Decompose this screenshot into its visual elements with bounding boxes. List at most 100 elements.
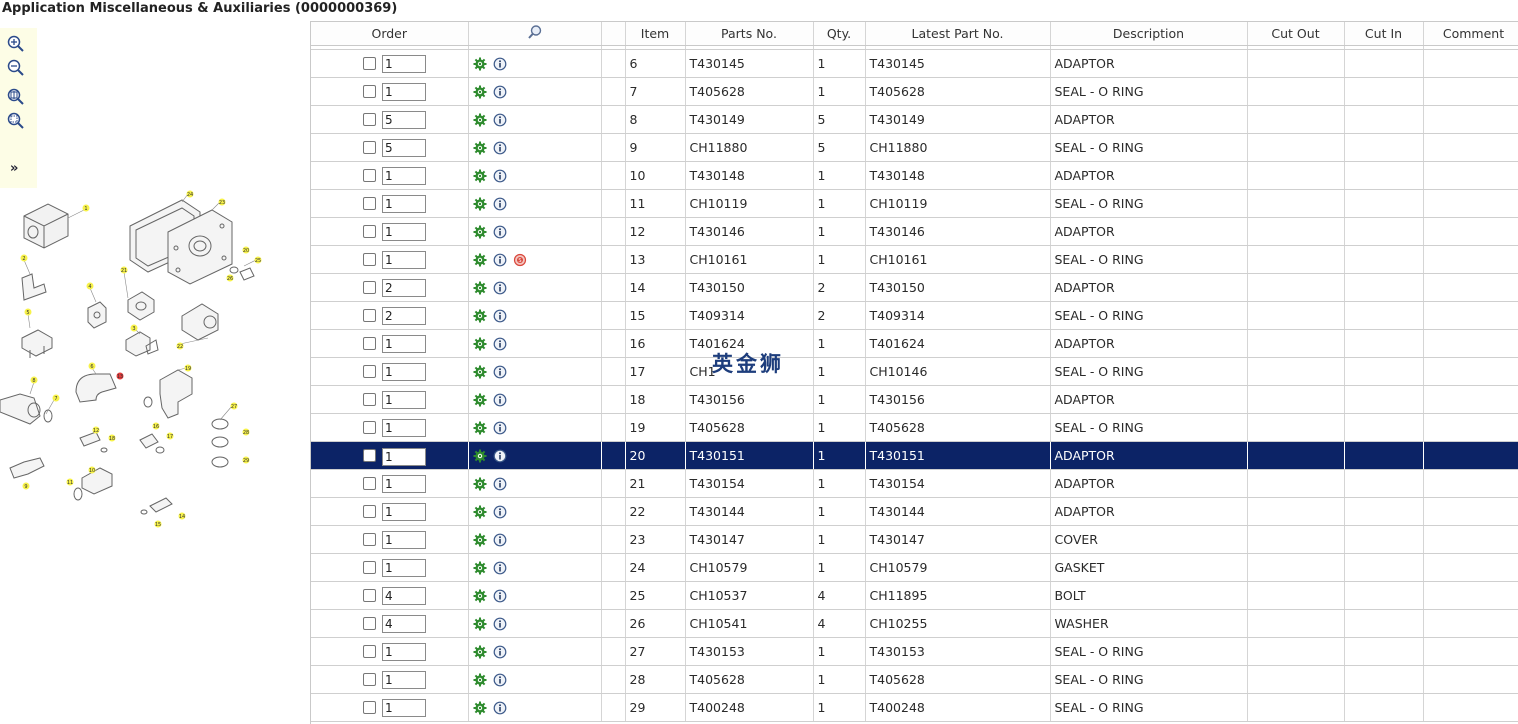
info-icon[interactable] <box>493 701 507 715</box>
column-header-cut-in[interactable]: Cut In <box>1344 22 1424 46</box>
table-row[interactable]: 1 23 T430147 1 T430147 COVER <box>311 525 1518 554</box>
latest-part-no-cell[interactable]: T430151 <box>865 441 1051 470</box>
column-header-description[interactable]: Description <box>1050 22 1248 46</box>
order-quantity-input[interactable]: 1 <box>382 558 426 577</box>
table-row[interactable]: 4 26 CH10541 4 CH10255 WASHER <box>311 609 1518 638</box>
info-icon[interactable] <box>493 141 507 155</box>
table-row[interactable]: 1 16 T401624 1 T401624 ADAPTOR <box>311 329 1518 358</box>
parts-no-cell[interactable]: T405628 <box>685 665 814 694</box>
order-quantity-input[interactable]: 5 <box>382 138 426 157</box>
table-row[interactable]: 1 10 T430148 1 T430148 ADAPTOR <box>311 161 1518 190</box>
info-icon[interactable] <box>493 309 507 323</box>
order-checkbox[interactable] <box>363 113 376 126</box>
gear-icon[interactable] <box>473 197 487 211</box>
order-quantity-input[interactable]: 1 <box>382 334 426 353</box>
gear-icon[interactable] <box>473 253 487 267</box>
order-checkbox[interactable] <box>363 337 376 350</box>
order-quantity-input[interactable]: 1 <box>382 502 426 521</box>
order-quantity-input[interactable]: 5 <box>382 110 426 129</box>
order-quantity-input[interactable]: 2 <box>382 278 426 297</box>
parts-no-cell[interactable]: T430146 <box>685 217 814 246</box>
expand-panel-button[interactable]: » <box>10 161 18 176</box>
latest-part-no-cell[interactable]: CH10255 <box>865 609 1051 638</box>
order-checkbox[interactable] <box>363 85 376 98</box>
order-quantity-input[interactable]: 1 <box>382 362 426 381</box>
order-checkbox[interactable] <box>363 281 376 294</box>
table-row[interactable]: 1 6 T430145 1 T430145 ADAPTOR <box>311 49 1518 78</box>
exploded-parts-diagram[interactable]: 1 2 3 4 5 6 7 8 9 10 11 12 13 14 15 16 1… <box>0 188 300 528</box>
order-checkbox[interactable] <box>363 225 376 238</box>
zoom-out-icon[interactable] <box>6 58 26 78</box>
order-quantity-input[interactable]: 1 <box>382 194 426 213</box>
gear-icon[interactable] <box>473 393 487 407</box>
order-quantity-input[interactable]: 1 <box>382 222 426 241</box>
column-header-order[interactable]: Order <box>311 22 469 46</box>
zoom-area-icon[interactable] <box>6 111 26 131</box>
order-quantity-input[interactable]: 1 <box>382 642 426 661</box>
order-checkbox[interactable] <box>363 365 376 378</box>
latest-part-no-cell[interactable]: T430153 <box>865 637 1051 666</box>
order-checkbox[interactable] <box>363 253 376 266</box>
latest-part-no-cell[interactable]: T405628 <box>865 665 1051 694</box>
latest-part-no-cell[interactable]: T430156 <box>865 385 1051 414</box>
latest-part-no-cell[interactable]: T430154 <box>865 469 1051 498</box>
info-icon[interactable] <box>493 673 507 687</box>
order-checkbox[interactable] <box>363 141 376 154</box>
column-header-qty[interactable]: Qty. <box>813 22 866 46</box>
latest-part-no-cell[interactable]: T430146 <box>865 217 1051 246</box>
order-quantity-input[interactable]: 1 <box>382 448 426 466</box>
order-checkbox[interactable] <box>363 701 376 714</box>
order-checkbox[interactable] <box>363 57 376 70</box>
parts-no-cell[interactable]: T405628 <box>685 77 814 106</box>
info-icon[interactable] <box>493 169 507 183</box>
parts-no-cell[interactable]: CH10119 <box>685 189 814 218</box>
order-quantity-input[interactable]: 1 <box>382 54 426 73</box>
table-row[interactable]: 1 S 13 CH10161 1 CH10161 SEAL - O RING <box>311 245 1518 274</box>
info-icon[interactable] <box>493 505 507 519</box>
order-checkbox[interactable] <box>363 477 376 490</box>
order-checkbox[interactable] <box>363 645 376 658</box>
table-row[interactable]: 1 7 T405628 1 T405628 SEAL - O RING <box>311 77 1518 106</box>
latest-part-no-cell[interactable]: T409314 <box>865 301 1051 330</box>
order-quantity-input[interactable]: 1 <box>382 474 426 493</box>
info-icon[interactable] <box>493 533 507 547</box>
parts-no-cell[interactable]: T405628 <box>685 413 814 442</box>
latest-part-no-cell[interactable]: T430147 <box>865 525 1051 554</box>
table-row[interactable]: 1 22 T430144 1 T430144 ADAPTOR <box>311 497 1518 526</box>
order-checkbox[interactable] <box>363 449 376 462</box>
table-row[interactable]: 1 20 T430151 1 T430151 ADAPTOR <box>311 441 1518 470</box>
info-icon[interactable] <box>493 113 507 127</box>
column-header-search[interactable] <box>468 22 602 46</box>
parts-no-cell[interactable]: CH11880 <box>685 133 814 162</box>
order-checkbox[interactable] <box>363 505 376 518</box>
gear-icon[interactable] <box>473 533 487 547</box>
parts-table-container[interactable]: Order Item Parts No. Qty. Latest Part No… <box>310 21 1518 724</box>
info-icon[interactable] <box>493 393 507 407</box>
latest-part-no-cell[interactable]: T430145 <box>865 49 1051 78</box>
column-header-comment[interactable]: Comment <box>1423 22 1518 46</box>
gear-icon[interactable] <box>473 281 487 295</box>
gear-icon[interactable] <box>473 57 487 71</box>
order-checkbox[interactable] <box>363 197 376 210</box>
parts-no-cell[interactable]: T430156 <box>685 385 814 414</box>
parts-no-cell[interactable]: T400248 <box>685 693 814 722</box>
parts-no-cell[interactable]: T430145 <box>685 49 814 78</box>
magnifier-icon[interactable] <box>527 25 543 43</box>
info-icon[interactable] <box>493 197 507 211</box>
table-row[interactable]: 1 27 T430153 1 T430153 SEAL - O RING <box>311 637 1518 666</box>
latest-part-no-cell[interactable]: CH10146 <box>865 357 1051 386</box>
parts-no-cell[interactable]: T430148 <box>685 161 814 190</box>
parts-no-cell[interactable]: CH10579 <box>685 553 814 582</box>
parts-no-cell[interactable]: T430154 <box>685 469 814 498</box>
parts-no-cell[interactable]: T430149 <box>685 105 814 134</box>
latest-part-no-cell[interactable]: T430148 <box>865 161 1051 190</box>
order-quantity-input[interactable]: 1 <box>382 250 426 269</box>
gear-icon[interactable] <box>473 337 487 351</box>
gear-icon[interactable] <box>473 85 487 99</box>
order-quantity-input[interactable]: 1 <box>382 530 426 549</box>
info-icon[interactable] <box>493 365 507 379</box>
info-icon[interactable] <box>493 477 507 491</box>
latest-part-no-cell[interactable]: CH11880 <box>865 133 1051 162</box>
gear-icon[interactable] <box>473 169 487 183</box>
column-header-cut-out[interactable]: Cut Out <box>1247 22 1345 46</box>
